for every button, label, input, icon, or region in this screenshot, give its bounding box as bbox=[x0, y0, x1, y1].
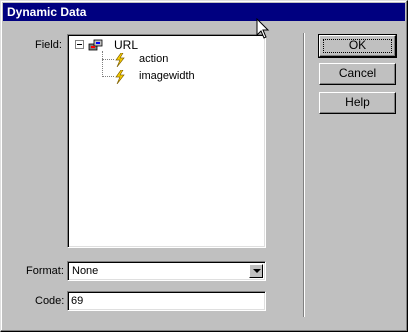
help-button[interactable]: Help bbox=[319, 92, 396, 114]
tree-node-label: imagewidth bbox=[139, 70, 195, 82]
format-select-value: None bbox=[72, 265, 99, 277]
tree-line bbox=[102, 59, 114, 60]
field-tree[interactable]: URL action imagewidth bbox=[67, 34, 266, 248]
cancel-button[interactable]: Cancel bbox=[319, 63, 396, 85]
lightning-bolt-icon bbox=[115, 70, 125, 84]
database-icon bbox=[88, 39, 103, 51]
dynamic-data-dialog: Dynamic Data Field: URL action imagewidt… bbox=[0, 0, 408, 332]
field-label: Field: bbox=[35, 39, 62, 51]
tree-node-label: URL bbox=[114, 38, 139, 52]
tree-node-label: action bbox=[139, 53, 169, 65]
title-bar[interactable]: Dynamic Data bbox=[3, 3, 405, 21]
help-button-label: Help bbox=[345, 95, 370, 109]
window-title: Dynamic Data bbox=[7, 5, 87, 19]
tree-line bbox=[102, 76, 114, 77]
collapse-toggle-icon[interactable] bbox=[75, 40, 84, 49]
format-label: Format: bbox=[26, 265, 64, 277]
tree-line bbox=[102, 51, 103, 77]
code-label: Code: bbox=[35, 295, 65, 307]
code-input[interactable] bbox=[71, 295, 256, 307]
vertical-divider bbox=[303, 33, 305, 317]
mouse-pointer-icon bbox=[256, 18, 270, 39]
ok-button[interactable]: OK bbox=[318, 34, 397, 58]
chevron-down-icon[interactable] bbox=[249, 264, 263, 278]
lightning-bolt-icon bbox=[115, 53, 125, 67]
cancel-button-label: Cancel bbox=[338, 66, 377, 80]
code-field[interactable] bbox=[67, 291, 266, 311]
focus-rectangle bbox=[323, 39, 392, 53]
format-select[interactable]: None bbox=[67, 261, 266, 281]
